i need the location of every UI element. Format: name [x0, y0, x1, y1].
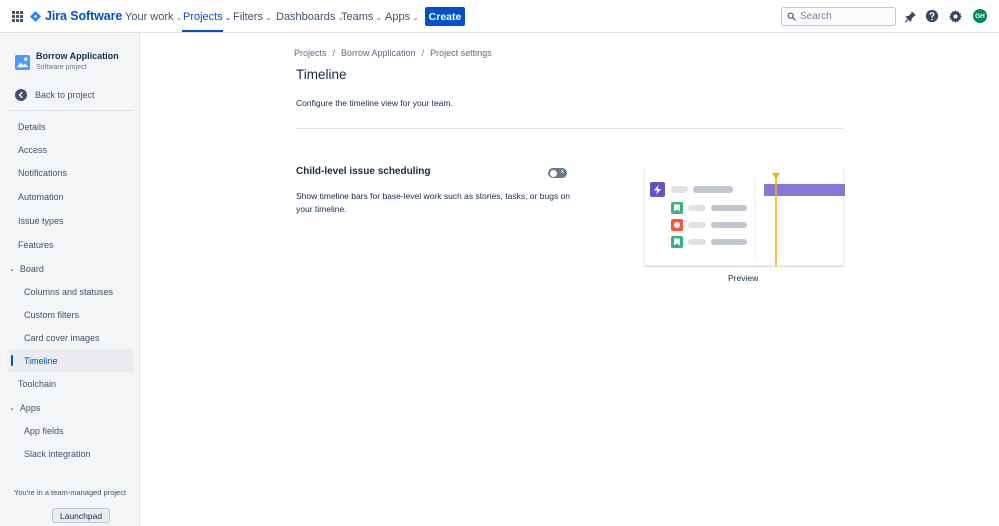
breadcrumb-project-settings[interactable]: Project settings: [430, 48, 492, 58]
section-divider: [296, 128, 844, 129]
chevron-down-icon: ⌄: [224, 12, 232, 22]
child-level-scheduling-toggle[interactable]: ×: [548, 168, 567, 178]
nav-label: Projects: [183, 11, 223, 23]
sidebar-item-issue-types[interactable]: Issue types: [18, 216, 64, 226]
nav-dashboards[interactable]: Dashboards ⌄: [276, 11, 344, 23]
timeline-preview-illustration: [650, 173, 845, 266]
chevron-down-icon: ⌄: [264, 12, 272, 22]
sidebar-item-features[interactable]: Features: [18, 240, 54, 250]
project-avatar-icon: [15, 55, 30, 70]
nav-projects[interactable]: Projects ⌄: [183, 11, 231, 23]
settings-gear-icon[interactable]: [948, 9, 962, 23]
chevron-down-icon: ⌄: [375, 12, 383, 22]
create-button[interactable]: Create: [425, 7, 465, 26]
sidebar-item-app-fields[interactable]: App fields: [24, 426, 64, 436]
back-label: Back to project: [35, 90, 95, 100]
chevron-down-icon: ⌄: [412, 12, 419, 22]
setting-description: Show timeline bars for base-level work s…: [296, 191, 571, 214]
sidebar-item-card-cover-images[interactable]: Card cover images: [24, 333, 100, 343]
launchpad-button[interactable]: Launchpad: [52, 508, 111, 523]
chevron-down-icon: ⌄: [9, 266, 15, 273]
nav-label: Teams: [341, 11, 374, 23]
group-label: Apps: [19, 403, 41, 413]
sidebar-item-automation[interactable]: Automation: [18, 192, 64, 202]
jira-logo[interactable]: Jira Software: [30, 9, 122, 23]
help-icon[interactable]: [925, 9, 939, 23]
project-header[interactable]: Borrow Application Software project: [15, 51, 119, 71]
active-item-indicator: [11, 355, 13, 366]
close-icon: ×: [560, 168, 565, 176]
search-icon: [787, 12, 796, 21]
active-nav-indicator: [182, 30, 223, 32]
sidebar-group-apps[interactable]: ⌄ Apps: [9, 403, 40, 413]
nav-apps[interactable]: Apps ⌄: [385, 11, 419, 23]
breadcrumb: Projects / Borrow Application / Project …: [294, 48, 492, 58]
sidebar-item-slack-integration[interactable]: Slack integration: [24, 449, 91, 459]
nav-label: Apps: [385, 11, 411, 23]
sidebar-divider: [9, 110, 134, 111]
nav-your-work[interactable]: Your work ⌄: [125, 11, 182, 23]
page-title: Timeline: [296, 67, 347, 82]
team-managed-note: You're in a team-managed project: [14, 488, 127, 497]
sidebar-item-timeline[interactable]: Timeline: [24, 356, 58, 366]
project-name: Borrow Application: [36, 51, 119, 61]
sidebar-group-board[interactable]: ⌄ Board: [9, 264, 44, 274]
breadcrumb-projects[interactable]: Projects: [294, 48, 327, 58]
sidebar-item-notifications[interactable]: Notifications: [18, 168, 67, 178]
user-avatar[interactable]: GH: [973, 9, 987, 23]
arrow-left-icon: [15, 89, 27, 101]
nav-label: Dashboards: [276, 11, 336, 23]
setting-title: Child-level issue scheduling: [296, 166, 431, 177]
search-box[interactable]: [781, 7, 896, 26]
nav-label: Filters: [233, 11, 263, 23]
jira-diamond-icon: [30, 10, 41, 22]
preview-label: Preview: [728, 273, 759, 283]
top-navigation: Jira Software Your work ⌄ Projects ⌄ Filte…: [0, 0, 999, 33]
app-switcher-icon[interactable]: [12, 11, 23, 22]
back-to-project-link[interactable]: Back to project: [15, 89, 95, 101]
sidebar-item-toolchain[interactable]: Toolchain: [18, 379, 56, 389]
sidebar-item-access[interactable]: Access: [18, 145, 47, 155]
nav-label: Your work: [125, 11, 174, 23]
project-sidebar: Borrow Application Software project Back…: [0, 33, 140, 526]
page-description: Configure the timeline view for your tea…: [296, 98, 453, 108]
breadcrumb-project[interactable]: Borrow Application: [341, 48, 416, 58]
sidebar-item-columns-statuses[interactable]: Columns and statuses: [24, 287, 113, 297]
chevron-down-icon: ⌄: [175, 12, 183, 22]
breadcrumb-separator: /: [332, 48, 336, 58]
group-label: Board: [19, 264, 44, 274]
search-input[interactable]: [800, 11, 890, 22]
toggle-knob: [549, 169, 557, 177]
project-type: Software project: [36, 64, 87, 71]
nav-filters[interactable]: Filters ⌄: [233, 11, 272, 23]
sidebar-item-custom-filters[interactable]: Custom filters: [24, 310, 79, 320]
breadcrumb-separator: /: [421, 48, 425, 58]
product-name: Jira Software: [45, 9, 123, 23]
notifications-icon[interactable]: [903, 9, 917, 23]
timeline-preview: [644, 168, 845, 266]
sidebar-item-details[interactable]: Details: [18, 122, 46, 132]
chevron-down-icon: ⌄: [9, 405, 15, 412]
nav-teams[interactable]: Teams ⌄: [341, 11, 382, 23]
